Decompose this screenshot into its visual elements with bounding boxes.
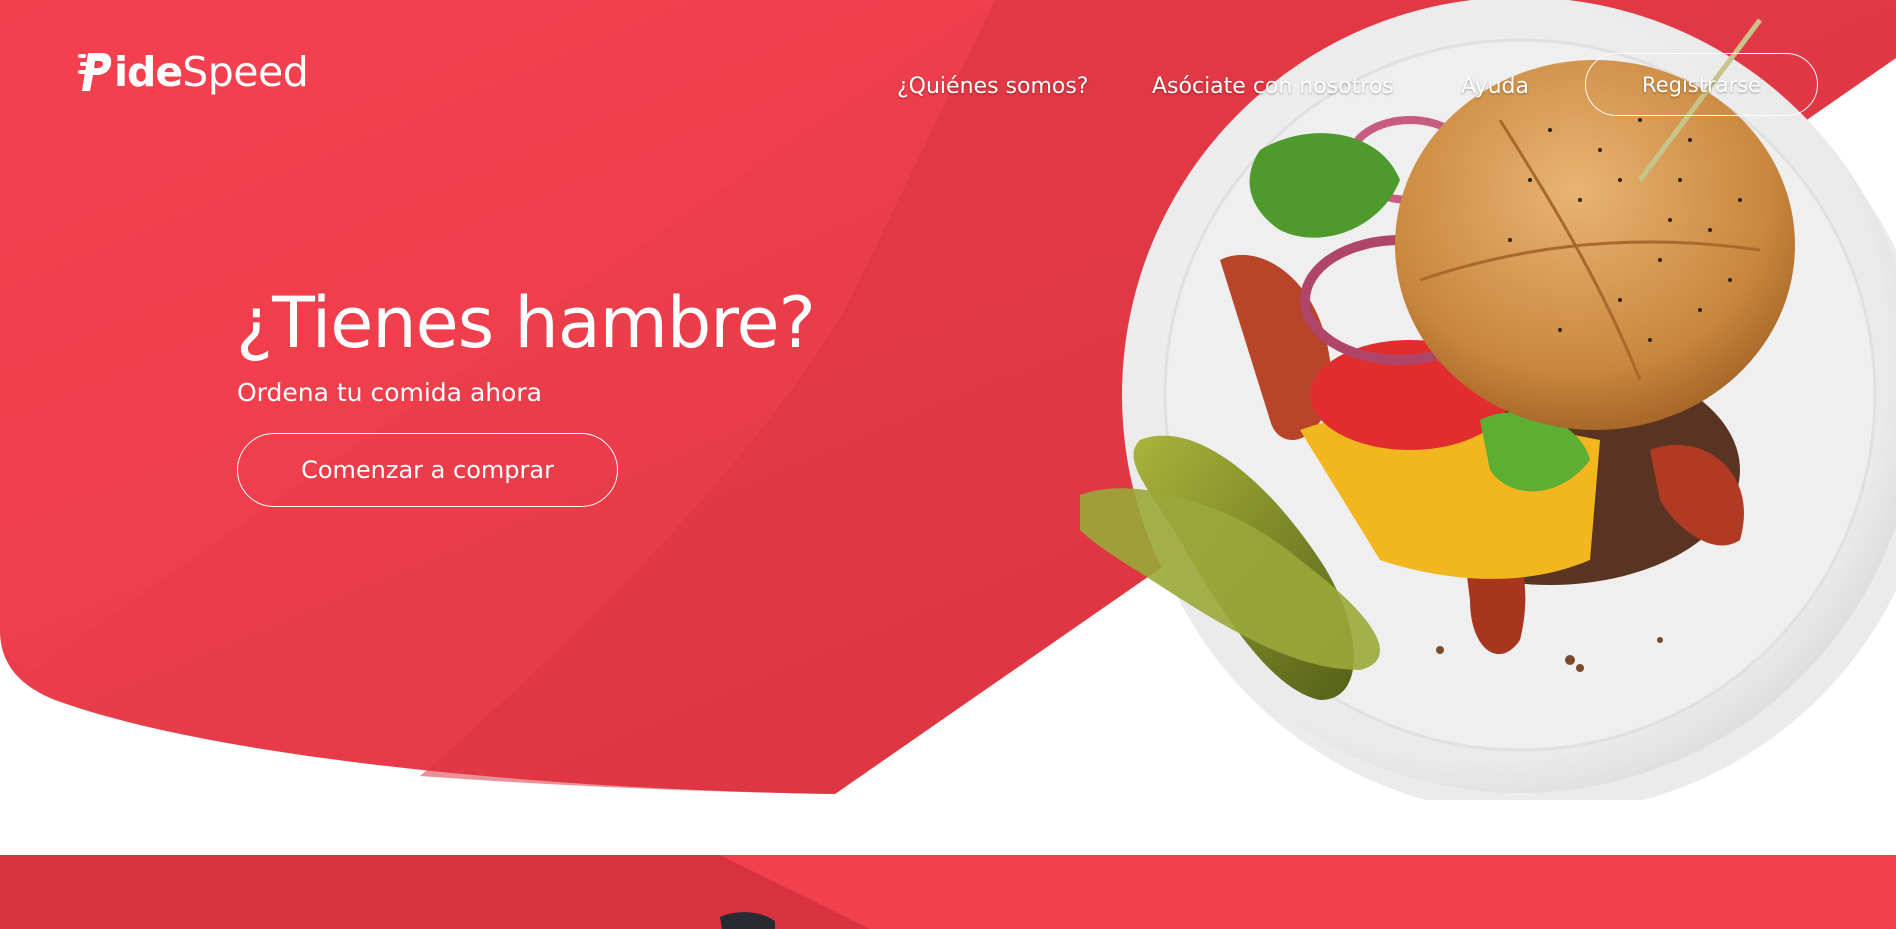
nav-link-asociate[interactable]: Asóciate con nosotros	[1152, 74, 1394, 99]
nav-link-ayuda[interactable]: Ayuda	[1461, 74, 1529, 99]
next-section-band	[0, 855, 1896, 929]
start-shopping-button[interactable]: Comenzar a comprar	[237, 433, 618, 507]
burger-plate-image	[1080, 0, 1896, 800]
hero-title: ¿Tienes hambre?	[236, 282, 816, 364]
nav-link-quienes-somos[interactable]: ¿Quiénes somos?	[897, 74, 1088, 99]
register-button[interactable]: Registrarse	[1585, 53, 1818, 116]
hero-subtitle: Ordena tu comida ahora	[237, 378, 543, 407]
